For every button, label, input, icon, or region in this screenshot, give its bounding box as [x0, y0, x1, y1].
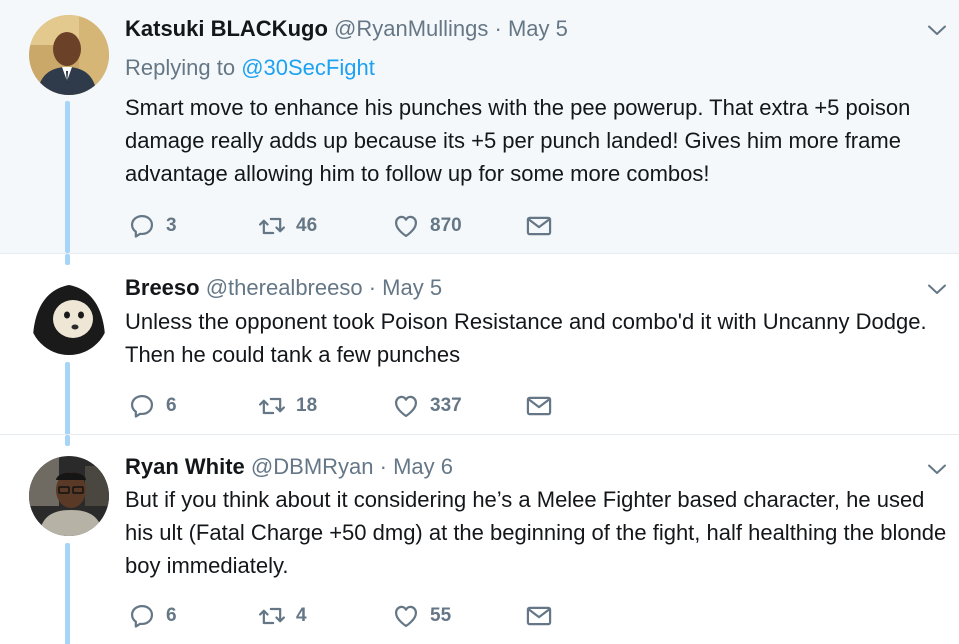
tweet-date[interactable]: May 5: [382, 275, 442, 300]
user-handle[interactable]: @RyanMullings: [334, 16, 488, 41]
thread-line: [65, 435, 70, 446]
reply-icon: [128, 602, 156, 630]
tweet-text: But if you think about it considering he…: [125, 487, 947, 578]
avatar[interactable]: [29, 275, 109, 355]
display-name[interactable]: Breeso: [125, 275, 200, 300]
retweet-button[interactable]: 18: [258, 391, 317, 421]
retweet-button[interactable]: 4: [258, 601, 307, 631]
reply-count: 3: [166, 215, 177, 236]
retweet-icon: [258, 212, 286, 240]
reply-count: 6: [166, 395, 177, 416]
thread-line: [65, 101, 70, 253]
thread-line: [65, 543, 70, 644]
tweet-date[interactable]: May 6: [393, 454, 453, 479]
message-button[interactable]: [525, 601, 553, 631]
tweet-date[interactable]: May 5: [508, 16, 568, 41]
replying-label: Replying to: [125, 55, 236, 80]
tweet[interactable]: Katsuki BLACKugo @RyanMullings · May 5 R…: [0, 0, 959, 253]
separator-dot: ·: [379, 454, 387, 479]
reply-button[interactable]: 6: [128, 391, 177, 421]
like-icon: [392, 602, 420, 630]
message-icon: [525, 212, 553, 240]
tweet-actions: 6 4 55: [128, 601, 568, 631]
like-button[interactable]: 337: [392, 391, 462, 421]
user-handle[interactable]: @DBMRyan: [251, 454, 374, 479]
tweet[interactable]: Ryan White @DBMRyan · May 6 But if you t…: [0, 434, 959, 644]
user-handle[interactable]: @therealbreeso: [206, 275, 363, 300]
like-count: 870: [430, 215, 462, 236]
reply-icon: [128, 392, 156, 420]
tweet-actions: 3 46 870: [128, 211, 568, 241]
chevron-down-icon[interactable]: [925, 18, 949, 42]
like-button[interactable]: 870: [392, 211, 462, 241]
tweet-header: Katsuki BLACKugo @RyanMullings · May 5: [125, 14, 568, 44]
reply-button[interactable]: 6: [128, 601, 177, 631]
message-button[interactable]: [525, 211, 553, 241]
reply-button[interactable]: 3: [128, 211, 177, 241]
tweet-actions: 6 18 337: [128, 391, 568, 421]
message-icon: [525, 392, 553, 420]
replying-to: Replying to @30SecFight: [125, 53, 375, 83]
separator-dot: ·: [494, 16, 502, 41]
reply-icon: [128, 212, 156, 240]
retweet-count: 46: [296, 215, 318, 236]
avatar[interactable]: [29, 15, 109, 95]
tweet-header: Ryan White @DBMRyan · May 6: [125, 452, 453, 482]
like-count: 337: [430, 395, 462, 416]
display-name[interactable]: Katsuki BLACKugo: [125, 16, 328, 41]
retweet-count: 4: [296, 605, 307, 626]
message-icon: [525, 602, 553, 630]
tweet[interactable]: Breeso @therealbreeso · May 5 Unless the…: [0, 253, 959, 435]
chevron-down-icon[interactable]: [925, 277, 949, 301]
like-button[interactable]: 55: [392, 601, 451, 631]
like-count: 55: [430, 605, 452, 626]
retweet-icon: [258, 392, 286, 420]
message-button[interactable]: [525, 391, 553, 421]
tweet-text: Unless the opponent took Poison Resistan…: [125, 309, 927, 367]
reply-count: 6: [166, 605, 177, 626]
like-icon: [392, 392, 420, 420]
thread-line: [65, 362, 70, 435]
thread-line: [65, 254, 70, 265]
separator-dot: ·: [368, 275, 377, 300]
retweet-count: 18: [296, 395, 318, 416]
mention-link[interactable]: @30SecFight: [241, 55, 375, 80]
tweet-text: Smart move to enhance his punches with t…: [125, 95, 911, 186]
display-name[interactable]: Ryan White: [125, 454, 245, 479]
tweet-header: Breeso @therealbreeso · May 5: [125, 273, 442, 303]
chevron-down-icon[interactable]: [925, 457, 949, 481]
avatar[interactable]: [29, 456, 109, 536]
like-icon: [392, 212, 420, 240]
retweet-button[interactable]: 46: [258, 211, 317, 241]
retweet-icon: [258, 602, 286, 630]
